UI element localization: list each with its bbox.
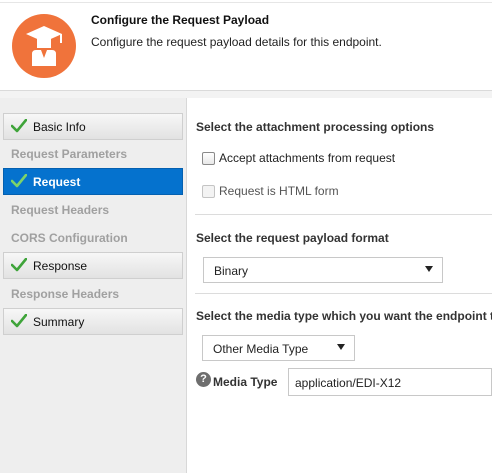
nav-item-label: Request Headers [11,203,110,217]
wizard-nav: Basic Info Request Parameters Request Re… [0,98,187,473]
checkmark-icon [11,174,27,188]
page-subtitle: Configure the request payload details fo… [91,35,382,49]
nav-item-summary[interactable]: Summary [3,308,183,335]
accept-attachments-checkbox[interactable] [202,152,215,165]
checkmark-icon [11,119,27,133]
help-icon[interactable]: ? [196,372,211,387]
media-type-input-value: application/EDI-X12 [295,376,402,390]
nav-item-basic-info[interactable]: Basic Info [3,113,183,140]
chevron-down-icon [337,344,345,350]
nav-item-cors-configuration[interactable]: CORS Configuration [3,225,183,252]
nav-item-response[interactable]: Response [3,252,183,279]
html-form-checkbox[interactable] [202,185,215,198]
page-title: Configure the Request Payload [91,13,270,27]
header-top-divider [0,2,492,3]
graduate-icon [12,14,76,78]
media-type-select[interactable]: Other Media Type [202,335,355,361]
main-panel: Select the attachment processing options… [187,98,492,473]
nav-item-label: Basic Info [33,120,86,134]
attachment-options-title: Select the attachment processing options [196,120,435,134]
nav-item-label: CORS Configuration [11,231,128,245]
nav-item-label: Request Parameters [11,147,128,161]
nav-item-response-headers[interactable]: Response Headers [3,281,183,308]
section-divider [195,293,492,294]
payload-format-title: Select the request payload format [196,231,389,245]
media-type-title: Select the media type which you want the… [196,309,492,323]
nav-item-request[interactable]: Request [3,168,183,195]
nav-item-label: Summary [33,315,85,329]
page-header: Configure the Request Payload Configure … [0,0,492,91]
section-divider [195,214,492,215]
nav-item-label: Response [33,259,88,273]
nav-item-request-parameters[interactable]: Request Parameters [3,141,183,168]
html-form-label[interactable]: Request is HTML form [219,184,339,198]
media-type-label: Media Type [213,375,278,389]
payload-format-value: Binary [214,264,249,278]
media-type-select-value: Other Media Type [213,342,309,356]
chevron-down-icon [425,266,433,272]
nav-item-label: Response Headers [11,287,120,301]
payload-format-select[interactable]: Binary [203,257,443,283]
checkmark-icon [11,258,27,272]
header-band [0,91,492,98]
media-type-input[interactable]: application/EDI-X12 [288,368,492,396]
nav-item-label: Request [33,175,81,189]
accept-attachments-label[interactable]: Accept attachments from request [219,151,395,165]
nav-item-request-headers[interactable]: Request Headers [3,197,183,224]
checkmark-icon [11,314,27,328]
